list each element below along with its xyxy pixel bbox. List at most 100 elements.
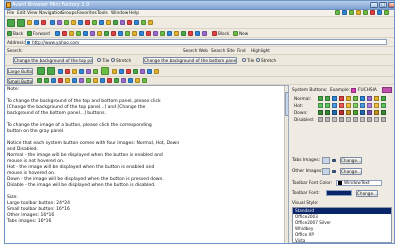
small-back-icon[interactable] — [37, 78, 42, 83]
hot-image-cell[interactable] — [318, 103, 323, 108]
nav-icon[interactable] — [90, 31, 95, 36]
visual-style-item[interactable]: Vista — [295, 238, 305, 243]
forward-small-icon[interactable] — [27, 31, 32, 36]
bottom-stretch-radio[interactable] — [256, 58, 260, 62]
down-image-cell[interactable] — [381, 110, 386, 115]
toolbar-font-change-button[interactable]: Change... — [356, 190, 378, 197]
tab-icon[interactable] — [342, 10, 347, 15]
image-icon[interactable] — [120, 20, 125, 25]
nav-icon[interactable] — [188, 31, 193, 36]
visual-style-item[interactable]: Office2003 — [295, 214, 318, 219]
hot-image-cell[interactable] — [353, 103, 358, 108]
menu-view[interactable]: View — [27, 11, 37, 16]
down-image-cell[interactable] — [346, 110, 351, 115]
disabled-image-cell[interactable] — [367, 117, 372, 122]
normal-image-cell[interactable] — [367, 96, 372, 101]
small-settings-icon[interactable] — [142, 78, 147, 83]
small-refresh-icon[interactable] — [51, 78, 56, 83]
nav-icon[interactable] — [83, 31, 88, 36]
hot-image-cell[interactable] — [360, 103, 365, 108]
nav-icon[interactable] — [125, 31, 130, 36]
flash-icon[interactable] — [113, 20, 118, 25]
hot-image-cell[interactable] — [367, 103, 372, 108]
disabled-image-cell[interactable] — [374, 117, 379, 122]
back-icon[interactable] — [7, 19, 15, 27]
block-icon[interactable] — [212, 31, 217, 36]
visual-style-item[interactable]: Office2007 Silver — [295, 220, 331, 225]
small-flash-icon[interactable] — [128, 78, 133, 83]
highlight-option[interactable]: Highlight — [251, 48, 270, 53]
menu-favorites[interactable]: Favorites — [77, 11, 97, 16]
menu-navigation[interactable]: Navigation — [39, 11, 63, 16]
tools-icon[interactable] — [141, 20, 146, 25]
tab-icon[interactable] — [356, 10, 361, 15]
toolbar-font-color-select[interactable]: WindowText — [336, 180, 382, 186]
nav-icon[interactable] — [97, 31, 102, 36]
popup-icon[interactable] — [106, 20, 111, 25]
visual-style-list[interactable]: Standard Office2003 Office2007 Silver Wh… — [292, 207, 392, 243]
disabled-image-cell[interactable] — [353, 117, 358, 122]
menu-file[interactable]: File — [7, 11, 14, 16]
nav-icon[interactable] — [62, 31, 67, 36]
small-forward-icon[interactable] — [44, 78, 49, 83]
normal-image-cell[interactable] — [339, 96, 344, 101]
small-feed-icon[interactable] — [93, 78, 98, 83]
maximize-button[interactable]: □ — [379, 2, 387, 8]
large-settings-icon[interactable] — [154, 69, 159, 74]
script-icon[interactable] — [134, 20, 139, 25]
tab-icon[interactable] — [384, 10, 389, 15]
nav-icon[interactable] — [153, 31, 158, 36]
down-image-cell[interactable] — [360, 110, 365, 115]
hot-image-cell[interactable] — [339, 103, 344, 108]
address-input[interactable]: http://www.yahoo.com — [25, 39, 387, 45]
large-image-icon[interactable] — [147, 69, 152, 74]
normal-image-cell[interactable] — [381, 96, 386, 101]
nav-icon[interactable] — [139, 31, 144, 36]
normal-image-cell[interactable] — [346, 96, 351, 101]
nav-icon[interactable] — [118, 31, 123, 36]
search-site-option[interactable]: Search Site — [211, 48, 235, 53]
down-image-cell[interactable] — [325, 110, 330, 115]
block-label[interactable]: Block — [218, 31, 229, 36]
back-small-icon[interactable] — [7, 31, 12, 36]
nav-icon[interactable] — [69, 31, 74, 36]
normal-image-cell[interactable] — [353, 96, 358, 101]
nav-icon[interactable] — [174, 31, 179, 36]
small-print-icon[interactable] — [107, 78, 112, 83]
other-images-preview[interactable] — [322, 168, 330, 175]
top-tile-radio[interactable] — [97, 58, 101, 62]
menu-window[interactable]: Window — [111, 11, 128, 16]
sound-icon[interactable] — [127, 20, 132, 25]
visual-style-item[interactable]: Whidbey — [295, 226, 313, 231]
nav-icon[interactable] — [111, 31, 116, 36]
hot-image-cell[interactable] — [332, 103, 337, 108]
print-icon[interactable] — [92, 20, 97, 25]
refresh-icon[interactable] — [34, 20, 39, 25]
search-icon[interactable] — [50, 20, 55, 25]
tab-icon[interactable] — [377, 10, 382, 15]
large-print-icon[interactable] — [119, 69, 124, 74]
large-popup-icon[interactable] — [133, 69, 138, 74]
tabs-images-change-button[interactable]: Change... — [340, 157, 362, 164]
small-history-icon[interactable] — [79, 78, 84, 83]
menu-edit[interactable]: Edit — [17, 11, 26, 16]
large-mail-icon[interactable] — [112, 69, 117, 74]
minimize-button[interactable]: _ — [370, 2, 378, 8]
bottom-tile-radio[interactable] — [242, 58, 246, 62]
small-stop-icon[interactable] — [58, 78, 63, 83]
large-home-icon[interactable] — [72, 69, 77, 74]
disabled-image-cell[interactable] — [346, 117, 351, 122]
tab-icon[interactable] — [363, 10, 368, 15]
disabled-image-cell[interactable] — [332, 117, 337, 122]
close-button[interactable]: × — [388, 2, 394, 8]
history-icon[interactable] — [57, 20, 62, 25]
disabled-image-cell[interactable] — [360, 117, 365, 122]
dropdown-icon[interactable] — [332, 170, 336, 173]
favorites-icon[interactable] — [64, 20, 69, 25]
normal-image-cell[interactable] — [325, 96, 330, 101]
settings-icon[interactable] — [148, 20, 153, 25]
stop-icon[interactable] — [41, 20, 46, 25]
normal-image-cell[interactable] — [332, 96, 337, 101]
small-favorites-icon[interactable] — [86, 78, 91, 83]
nav-icon[interactable] — [146, 31, 151, 36]
